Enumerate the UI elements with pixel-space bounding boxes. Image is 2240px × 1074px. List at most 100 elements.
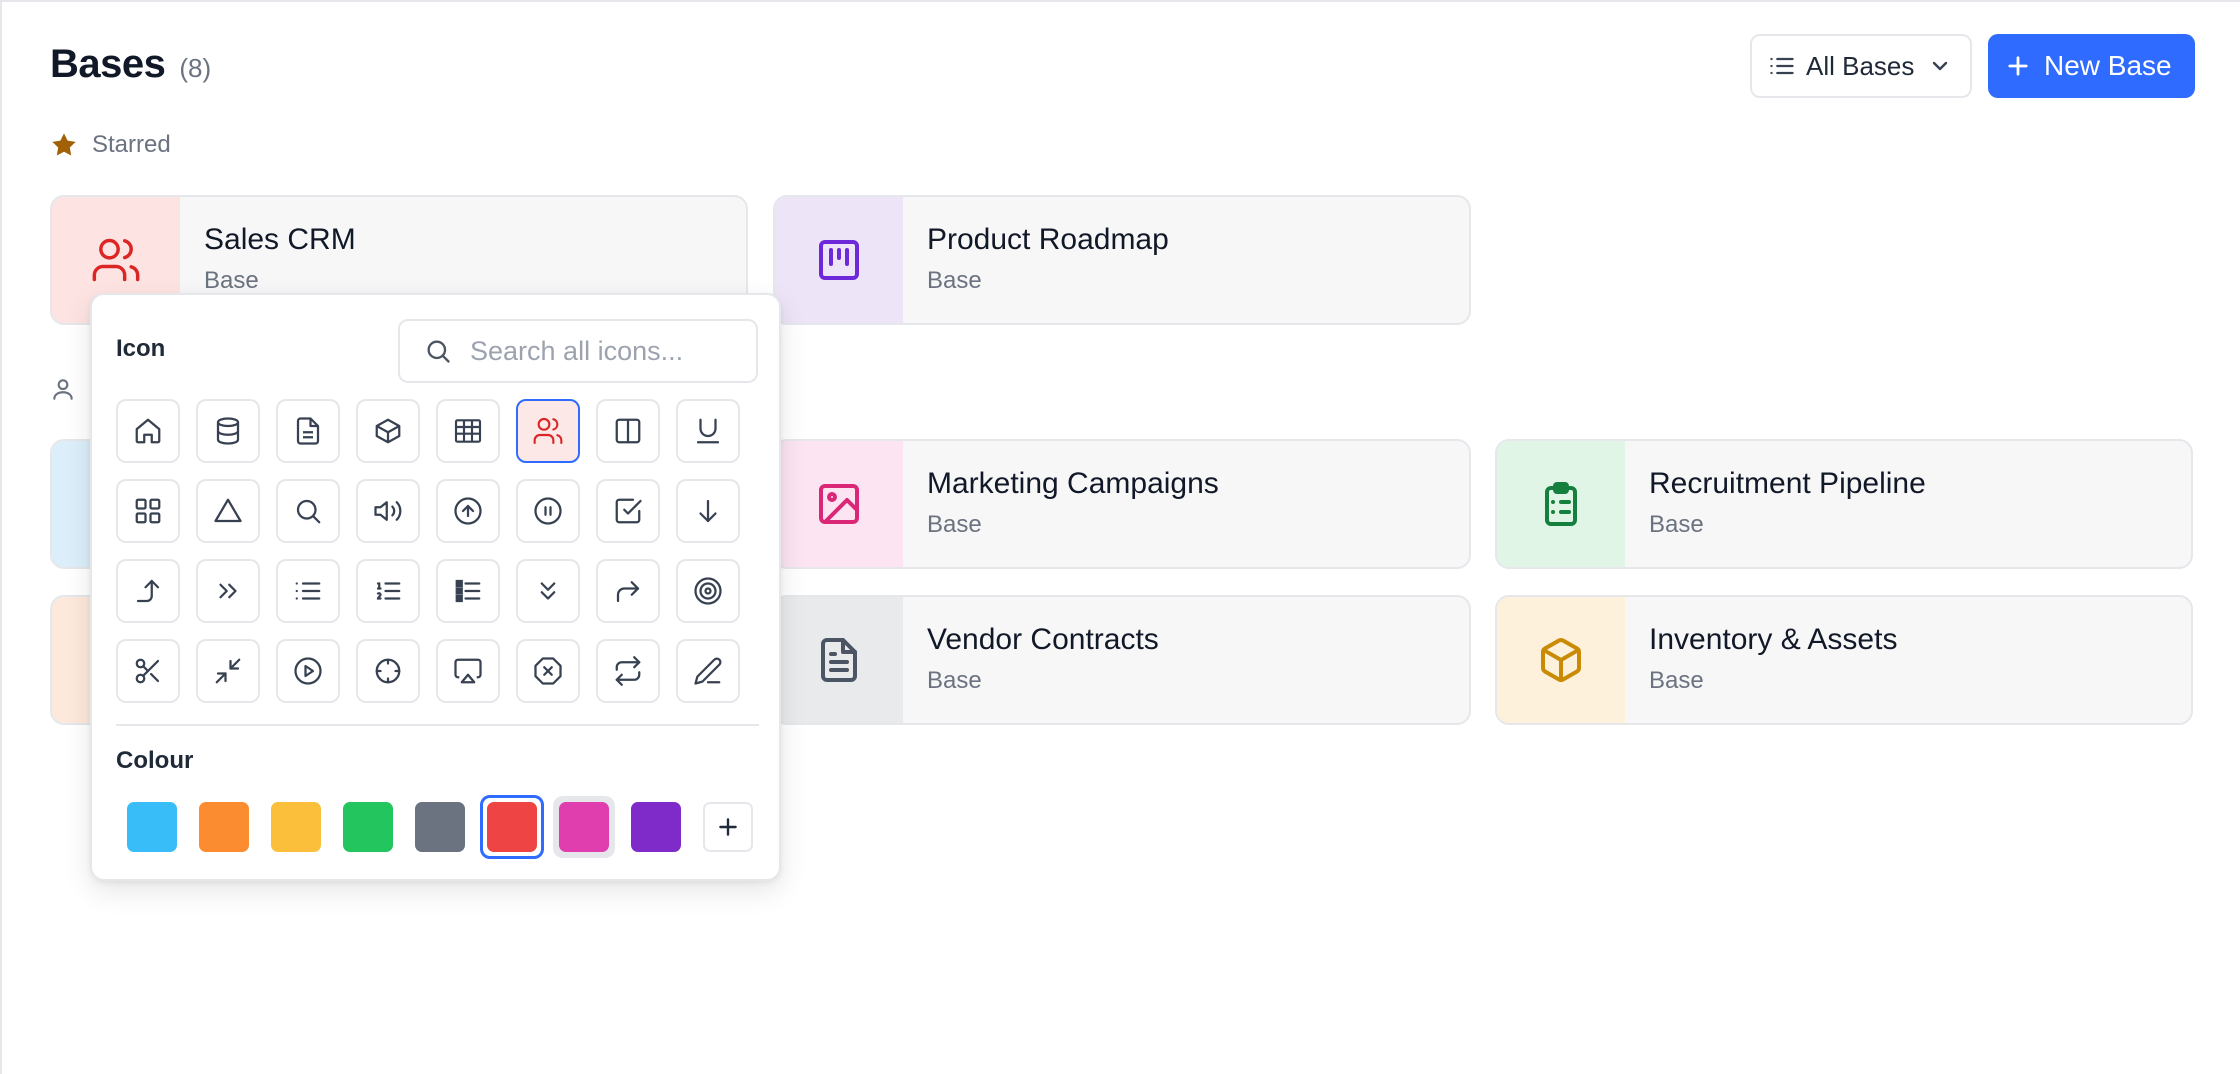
- chevrons-down-icon: [540, 582, 556, 600]
- icon-option-columns[interactable]: [596, 399, 660, 463]
- list-ordered-icon: [376, 582, 401, 600]
- icon-option-pen[interactable]: [676, 639, 740, 703]
- swatch-fill: [487, 802, 537, 852]
- icon-colour-picker-popover: Icon Co: [90, 293, 781, 881]
- base-card-vendor-contracts[interactable]: Vendor Contracts Base: [773, 595, 1471, 725]
- page-title: Bases: [50, 42, 166, 86]
- icon-option-airplay[interactable]: [436, 639, 500, 703]
- icon-grid: [116, 399, 740, 703]
- base-card-marketing-campaigns[interactable]: Marketing Campaigns Base: [773, 439, 1471, 569]
- icon-option-triangle[interactable]: [196, 479, 260, 543]
- page-header: Bases (8): [50, 42, 211, 87]
- icon-option-users-selected[interactable]: [516, 399, 580, 463]
- crosshair-icon: [375, 658, 401, 684]
- icon-option-redo[interactable]: [596, 559, 660, 623]
- card-type: Base: [927, 667, 982, 694]
- volume-icon: [374, 501, 402, 521]
- icon-option-minimize[interactable]: [196, 639, 260, 703]
- file-text-icon: [296, 417, 320, 445]
- database-icon: [216, 417, 240, 445]
- icon-option-x-octagon[interactable]: [516, 639, 580, 703]
- base-card-inventory-assets[interactable]: Inventory & Assets Base: [1495, 595, 2193, 725]
- colour-swatch-red-selected[interactable]: [476, 795, 548, 859]
- icon-option-crosshair[interactable]: [356, 639, 420, 703]
- base-card-product-roadmap[interactable]: Product Roadmap Base: [773, 195, 1471, 325]
- icon-option-repeat[interactable]: [596, 639, 660, 703]
- icon-option-check-square[interactable]: [596, 479, 660, 543]
- star-icon: [52, 133, 76, 156]
- icon-option-arrow-up-circle[interactable]: [436, 479, 500, 543]
- icon-option-list-ordered[interactable]: [356, 559, 420, 623]
- box-icon: [375, 418, 401, 444]
- icon-option-scissors[interactable]: [116, 639, 180, 703]
- colour-swatch-orange[interactable]: [188, 795, 260, 859]
- card-type: Base: [204, 267, 259, 294]
- icon-option-pause-circle[interactable]: [516, 479, 580, 543]
- swatch-fill: [127, 802, 177, 852]
- icon-option-arrow-down[interactable]: [676, 479, 740, 543]
- list-icon: [1770, 57, 1794, 75]
- icon-search-input[interactable]: [470, 335, 720, 367]
- starred-section-label: Starred: [50, 131, 171, 159]
- new-base-button[interactable]: New Base: [1988, 34, 2195, 98]
- bases-count: (8): [179, 53, 212, 83]
- card-name: Vendor Contracts: [927, 623, 1159, 656]
- swatch-hover-ring: [553, 796, 615, 858]
- colour-swatch-purple[interactable]: [620, 795, 692, 859]
- icon-option-corner-right-up[interactable]: [116, 559, 180, 623]
- airplay-icon: [454, 658, 482, 684]
- icon-option-chevrons-right[interactable]: [196, 559, 260, 623]
- icon-option-box[interactable]: [356, 399, 420, 463]
- icon-option-list[interactable]: [276, 559, 340, 623]
- table-icon: [454, 419, 482, 443]
- icon-section-label: Icon: [116, 335, 166, 362]
- columns-icon: [615, 418, 641, 444]
- icon-option-chevrons-down[interactable]: [516, 559, 580, 623]
- colour-swatch-yellow[interactable]: [260, 795, 332, 859]
- scissors-icon: [135, 658, 160, 684]
- card-name: Marketing Campaigns: [927, 467, 1219, 500]
- add-custom-colour-button[interactable]: [692, 795, 764, 859]
- card-icon-tile: [775, 197, 903, 323]
- icon-option-home[interactable]: [116, 399, 180, 463]
- colour-swatch-gray[interactable]: [404, 795, 476, 859]
- swatch-selection-ring: [480, 795, 544, 859]
- card-icon-tile: [775, 441, 903, 567]
- icon-search-field[interactable]: [398, 319, 758, 383]
- clipboard-list-icon: [1545, 482, 1577, 526]
- colour-section-label: Colour: [116, 747, 194, 774]
- colour-swatch-blue[interactable]: [116, 795, 188, 859]
- list-icon: [295, 582, 321, 600]
- icon-option-target[interactable]: [676, 559, 740, 623]
- icon-option-list-bullets[interactable]: [436, 559, 500, 623]
- icon-option-play-circle[interactable]: [276, 639, 340, 703]
- icon-option-database[interactable]: [196, 399, 260, 463]
- colour-swatch-pink[interactable]: [548, 795, 620, 859]
- swatch-fill: [559, 802, 609, 852]
- swatch-fill: [271, 802, 321, 852]
- icon-option-grid[interactable]: [116, 479, 180, 543]
- all-bases-filter-button[interactable]: All Bases: [1750, 34, 1972, 98]
- icon-option-table[interactable]: [436, 399, 500, 463]
- icon-option-volume[interactable]: [356, 479, 420, 543]
- icon-option-underline[interactable]: [676, 399, 740, 463]
- pen-icon: [694, 657, 722, 685]
- icon-option-file-text[interactable]: [276, 399, 340, 463]
- base-card-recruitment-pipeline[interactable]: Recruitment Pipeline Base: [1495, 439, 2193, 569]
- pause-circle-icon: [534, 497, 562, 525]
- card-name: Recruitment Pipeline: [1649, 467, 1926, 500]
- chevrons-right-icon: [219, 583, 237, 599]
- redo-icon: [616, 581, 640, 603]
- arrow-down-icon: [699, 499, 717, 523]
- icon-option-search[interactable]: [276, 479, 340, 543]
- add-colour-box: [703, 802, 753, 852]
- arrow-up-circle-icon: [454, 497, 482, 525]
- swatch-fill: [631, 802, 681, 852]
- colour-swatch-green[interactable]: [332, 795, 404, 859]
- card-name: Product Roadmap: [927, 223, 1169, 256]
- card-name: Inventory & Assets: [1649, 623, 1898, 656]
- swatch-fill: [343, 802, 393, 852]
- repeat-icon: [615, 656, 641, 686]
- underline-icon: [696, 418, 720, 444]
- personal-section-label: [50, 376, 76, 402]
